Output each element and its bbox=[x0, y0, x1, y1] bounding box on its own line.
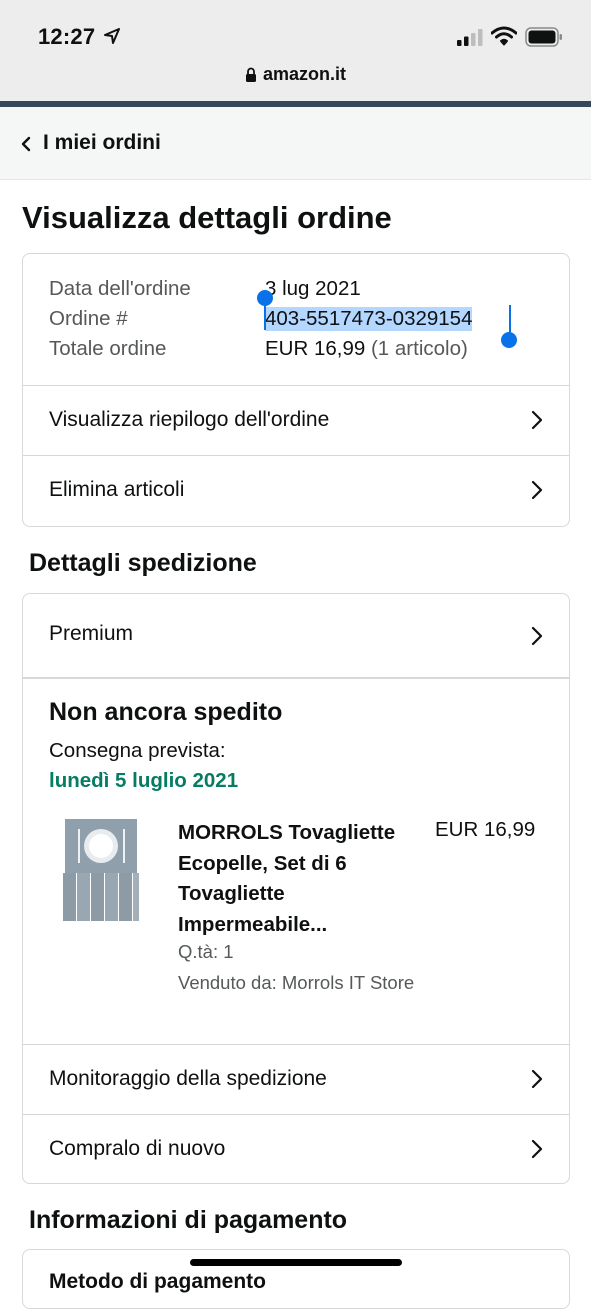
back-bar[interactable]: I miei ordini bbox=[0, 107, 591, 180]
delivery-label: Consegna prevista: bbox=[49, 739, 226, 762]
order-date-label: Data dell'ordine bbox=[49, 277, 191, 300]
page-title: Visualizza dettagli ordine bbox=[22, 200, 392, 235]
shipping-method-link[interactable]: Premium bbox=[23, 594, 569, 677]
product-seller: Venduto da: Morrols IT Store bbox=[178, 972, 415, 993]
chevron-right-icon bbox=[531, 626, 543, 646]
chevron-right-icon bbox=[531, 480, 543, 500]
track-shipment-link[interactable]: Monitoraggio della spedizione bbox=[23, 1044, 569, 1114]
status-time: 12:27 bbox=[38, 24, 96, 49]
shipping-method-label: Premium bbox=[49, 622, 134, 645]
product-name-link[interactable]: MORROLS Tovagliette Ecopelle, Set di 6 T… bbox=[178, 818, 428, 940]
selection-caret-start bbox=[264, 298, 266, 330]
order-number-label: Ordine # bbox=[49, 307, 128, 330]
product-quantity: Q.tà: 1 bbox=[178, 941, 234, 962]
order-summary-card: Data dell'ordine 3 lug 2021 Ordine # 403… bbox=[22, 253, 570, 527]
remove-items-link[interactable]: Elimina articoli bbox=[23, 455, 569, 525]
lock-icon bbox=[245, 67, 256, 82]
chevron-left-icon bbox=[21, 136, 31, 152]
order-total-amount: EUR 16,99 bbox=[265, 337, 366, 360]
shipping-card: Premium Non ancora spedito Consegna prev… bbox=[22, 593, 570, 1184]
buy-again-link[interactable]: Compralo di nuovo bbox=[23, 1114, 569, 1183]
order-number-value[interactable]: 403-5517473-0329154 bbox=[265, 307, 473, 331]
payment-section-title: Informazioni di pagamento bbox=[29, 1206, 348, 1234]
chevron-right-icon bbox=[531, 410, 543, 430]
remove-items-label: Elimina articoli bbox=[49, 478, 185, 501]
order-info: Data dell'ordine 3 lug 2021 Ordine # 403… bbox=[23, 254, 569, 385]
buy-again-label: Compralo di nuovo bbox=[49, 1137, 226, 1160]
selection-handle-end[interactable] bbox=[501, 332, 517, 348]
product-price: EUR 16,99 bbox=[435, 818, 536, 841]
order-date-value: 3 lug 2021 bbox=[265, 277, 361, 300]
delivery-date: lunedì 5 luglio 2021 bbox=[49, 769, 239, 792]
location-arrow-icon bbox=[104, 28, 120, 44]
battery-icon bbox=[525, 27, 562, 47]
wifi-icon bbox=[491, 26, 517, 46]
order-total-value: EUR 16,99 (1 articolo) bbox=[265, 337, 468, 361]
divider bbox=[23, 677, 569, 679]
chevron-right-icon bbox=[531, 1139, 543, 1159]
track-shipment-label: Monitoraggio della spedizione bbox=[49, 1067, 327, 1090]
chevron-right-icon bbox=[531, 1069, 543, 1089]
browser-top-bar: 12:27 amazon.it bbox=[0, 0, 591, 101]
url-bar[interactable]: amazon.it bbox=[0, 64, 591, 85]
home-indicator[interactable] bbox=[190, 1259, 402, 1266]
shipment-status: Non ancora spedito bbox=[49, 698, 283, 726]
back-link[interactable]: I miei ordini bbox=[43, 131, 161, 155]
product-image[interactable] bbox=[61, 817, 141, 923]
payment-method-row[interactable]: Metodo di pagamento bbox=[49, 1270, 266, 1294]
view-order-summary-link[interactable]: Visualizza riepilogo dell'ordine bbox=[23, 385, 569, 455]
shipping-section-title: Dettagli spedizione bbox=[29, 549, 257, 577]
url-text: amazon.it bbox=[262, 64, 346, 84]
order-total-label: Totale ordine bbox=[49, 337, 167, 360]
view-order-summary-label: Visualizza riepilogo dell'ordine bbox=[49, 408, 330, 431]
order-total-items: (1 articolo) bbox=[370, 337, 468, 360]
cellular-signal-icon bbox=[457, 29, 483, 46]
